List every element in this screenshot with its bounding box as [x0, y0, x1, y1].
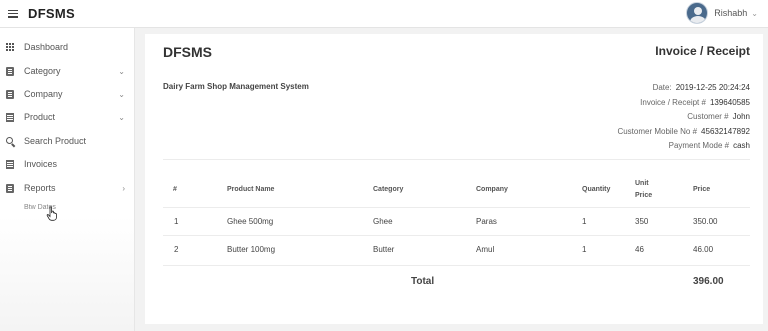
cell-category: Butter [373, 245, 395, 254]
list-icon [6, 112, 14, 122]
hand-cursor-icon [46, 206, 57, 221]
cell-company: Amul [476, 245, 495, 254]
meta-value: 2019-12-25 20:24:24 [675, 83, 750, 92]
divider [163, 265, 750, 266]
sidebar-item-label: Reports [24, 183, 56, 193]
main-content: DFSMS Invoice / Receipt Dairy Farm Shop … [135, 28, 768, 331]
meta-label: Payment Mode # [668, 141, 730, 150]
sidebar-item-label: Company [24, 89, 63, 99]
divider [163, 207, 750, 208]
chevron-down-icon: ⌄ [118, 66, 125, 76]
total-value: 396.00 [693, 276, 724, 287]
sidebar-item-label: Category [24, 66, 61, 76]
cell-quantity: 1 [582, 217, 587, 226]
cell-num: 2 [174, 245, 179, 254]
sidebar-item-invoices[interactable]: Invoices [0, 154, 135, 174]
invoice-brand: DFSMS [163, 44, 212, 60]
sidebar-item-company[interactable]: Company ⌄ [0, 84, 135, 104]
document-icon [6, 89, 14, 99]
avatar[interactable] [686, 2, 709, 24]
document-icon [6, 183, 14, 193]
top-bar: DFSMS Rishabh ⌄ [0, 0, 768, 28]
col-header-price-line: Price [635, 192, 653, 199]
meta-mobile: Customer Mobile No #45632147892 [617, 125, 750, 140]
meta-receipt: Invoice / Receipt #139640585 [617, 96, 750, 111]
col-header-unit-price: Unit Price [635, 178, 652, 202]
cell-price: 46.00 [693, 245, 714, 254]
divider [163, 159, 750, 160]
chevron-down-icon: ⌄ [118, 89, 125, 99]
document-icon [6, 66, 14, 76]
meta-value: John [732, 112, 750, 121]
col-header-quantity: Quantity [582, 186, 611, 193]
meta-value: 45632147892 [701, 126, 750, 136]
app-title: DFSMS [28, 6, 75, 21]
sidebar-item-search-product[interactable]: Search Product [0, 131, 135, 151]
sidebar-item-dashboard[interactable]: Dashboard [0, 37, 135, 57]
invoice-card: DFSMS Invoice / Receipt Dairy Farm Shop … [145, 34, 763, 324]
col-header-category: Category [373, 186, 404, 193]
sidebar-item-label: Dashboard [24, 42, 69, 52]
meta-label: Invoice / Receipt # [640, 97, 706, 107]
chevron-down-icon[interactable]: ⌄ [751, 9, 758, 18]
cell-unit-price: 350 [635, 217, 649, 226]
meta-date: Date: 2019-12-25 20:24:24 [617, 81, 750, 96]
grid-icon [6, 42, 15, 52]
cell-num: 1 [174, 217, 179, 226]
meta-payment: Payment Mode # cash [617, 139, 750, 154]
total-label: Total [411, 276, 435, 287]
divider [163, 235, 750, 236]
col-header-num: # [173, 186, 177, 193]
col-header-company: Company [476, 186, 508, 193]
cell-company: Paras [476, 217, 497, 226]
sidebar-item-product[interactable]: Product ⌄ [0, 107, 135, 127]
meta-label: Date: [652, 83, 672, 92]
user-menu[interactable]: Rishabh ⌄ [686, 2, 758, 24]
meta-label: Customer # [687, 112, 729, 121]
sidebar-item-category[interactable]: Category ⌄ [0, 61, 135, 81]
sidebar-item-reports[interactable]: Reports › [0, 178, 135, 198]
cell-quantity: 1 [582, 245, 587, 254]
invoice-title: Invoice / Receipt [655, 44, 750, 58]
cell-category: Ghee [373, 217, 393, 226]
chevron-down-icon: ⌄ [118, 112, 125, 122]
meta-value: 139640585 [709, 97, 750, 107]
menu-icon[interactable] [8, 9, 18, 18]
sidebar-item-label: Search Product [24, 136, 87, 146]
meta-value: cash [733, 141, 750, 150]
sidebar-item-label: Product [24, 112, 56, 122]
col-header-product: Product Name [227, 186, 275, 193]
search-icon [6, 136, 15, 146]
cell-unit-price: 46 [635, 245, 644, 254]
sidebar: Dashboard Category ⌄ Company ⌄ Product ⌄… [0, 28, 135, 331]
col-header-price: Price [693, 186, 711, 193]
list-icon [6, 159, 14, 169]
meta-customer: Customer # John [617, 110, 750, 125]
cell-product: Ghee 500mg [227, 217, 274, 226]
meta-label: Customer Mobile No # [617, 126, 698, 136]
cell-price: 350.00 [693, 217, 718, 226]
cell-product: Butter 100mg [227, 245, 276, 254]
shop-name: Dairy Farm Shop Management System [163, 82, 309, 91]
col-header-unit-line: Unit [635, 180, 649, 187]
sidebar-item-label: Invoices [24, 159, 58, 169]
invoice-meta: Date: 2019-12-25 20:24:24 Invoice / Recei… [617, 81, 750, 154]
chevron-right-icon: › [122, 183, 125, 193]
user-name[interactable]: Rishabh [714, 8, 747, 18]
